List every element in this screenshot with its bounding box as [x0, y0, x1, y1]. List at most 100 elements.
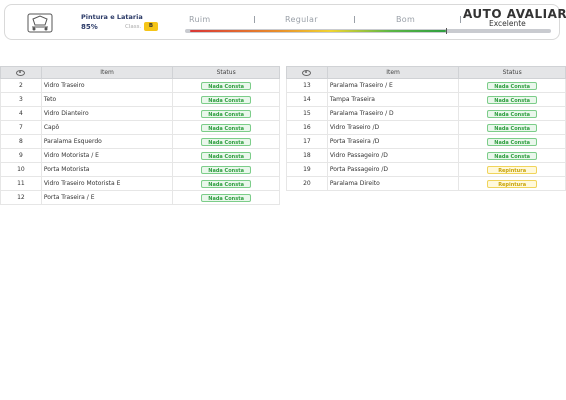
inspection-table-right: Item Status 13 Paralama Traseiro / E Nada … [286, 66, 566, 191]
column-header-item: Item [40, 66, 174, 79]
row-item-name: Teto [40, 92, 174, 107]
table-row[interactable]: 19 Porta Passageiro /D Repintura [286, 162, 566, 177]
status-badge: Nada Consta [487, 81, 538, 90]
status-badge: Nada Consta [201, 165, 252, 174]
table-row[interactable]: 8 Paralama Esquerdo Nada Consta [0, 134, 280, 149]
row-status-cell: Nada Consta [172, 78, 280, 93]
row-number: 8 [0, 134, 42, 149]
row-status-cell: Repintura [458, 176, 566, 191]
table-row[interactable]: 9 Vidro Motorista / E Nada Consta [0, 148, 280, 163]
row-status-cell: Nada Consta [172, 134, 280, 149]
row-item-name: Vidro Traseiro [40, 78, 174, 93]
status-badge: Nada Consta [487, 151, 538, 160]
row-item-name: Paralama Direito [326, 176, 460, 191]
row-item-name: Porta Passageiro /D [326, 162, 460, 177]
row-item-name: Vidro Dianteiro [40, 106, 174, 121]
row-number: 7 [0, 120, 42, 135]
row-status-cell: Nada Consta [458, 120, 566, 135]
inspection-table-left: Item Status 2 Vidro Traseiro Nada Consta 3 T… [0, 66, 280, 205]
table-row[interactable]: 16 Vidro Traseiro /D Nada Consta [286, 120, 566, 135]
category-percent: 85% [81, 23, 98, 31]
row-status-cell: Nada Consta [172, 120, 280, 135]
row-item-name: Vidro Passageiro /D [326, 148, 460, 163]
table-row[interactable]: 13 Paralama Traseiro / E Nada Consta [286, 78, 566, 93]
row-item-name: Vidro Traseiro /D [326, 120, 460, 135]
scale-separator [254, 16, 255, 23]
status-badge: Nada Consta [201, 193, 252, 202]
column-header-status: Status [458, 66, 566, 79]
table-row[interactable]: 4 Vidro Dianteiro Nada Consta [0, 106, 280, 121]
table-row[interactable]: 17 Porta Traseira /D Nada Consta [286, 134, 566, 149]
row-status-cell: Nada Consta [172, 148, 280, 163]
row-status-cell: Nada Consta [172, 176, 280, 191]
row-item-name: Porta Motorista [40, 162, 174, 177]
row-item-name: Paralama Esquerdo [40, 134, 174, 149]
row-item-name: Paralama Traseiro / D [326, 106, 460, 121]
row-status-cell: Nada Consta [458, 106, 566, 121]
brand-rating: Excelente [489, 19, 526, 28]
status-badge: Repintura [487, 165, 538, 174]
status-badge: Nada Consta [487, 95, 538, 104]
row-status-cell: Nada Consta [458, 92, 566, 107]
row-number: 17 [286, 134, 328, 149]
row-number: 9 [0, 148, 42, 163]
status-badge: Nada Consta [201, 95, 252, 104]
row-status-cell: Nada Consta [172, 190, 280, 205]
scale-separator [354, 16, 355, 23]
row-number: 4 [0, 106, 42, 121]
table-row[interactable]: 2 Vidro Traseiro Nada Consta [0, 78, 280, 93]
row-number: 16 [286, 120, 328, 135]
table-row[interactable]: 20 Paralama Direito Repintura [286, 176, 566, 191]
row-number: 2 [0, 78, 42, 93]
row-number: 13 [286, 78, 328, 93]
row-item-name: Capô [40, 120, 174, 135]
row-number: 14 [286, 92, 328, 107]
category-title: Pintura e Lataria [81, 13, 143, 21]
table-row[interactable]: 11 Vidro Traseiro Motorista E Nada Consta [0, 176, 280, 191]
score-bar-fill [190, 30, 446, 32]
table-row[interactable]: 7 Capô Nada Consta [0, 120, 280, 135]
row-item-name: Porta Traseira / E [40, 190, 174, 205]
row-number: 12 [0, 190, 42, 205]
row-status-cell: Nada Consta [172, 92, 280, 107]
table-row[interactable]: 14 Tampa Traseira Nada Consta [286, 92, 566, 107]
status-badge: Nada Consta [487, 123, 538, 132]
column-header-item: Item [326, 66, 460, 79]
scale-label-regular: Regular [285, 15, 318, 24]
status-badge: Nada Consta [487, 109, 538, 118]
score-bar-track [185, 28, 551, 34]
row-status-cell: Repintura [458, 162, 566, 177]
score-header-card: Pintura e Lataria 85% Class. B Ruim Regu… [4, 4, 566, 40]
row-status-cell: Nada Consta [172, 106, 280, 121]
table-row[interactable]: 3 Teto Nada Consta [0, 92, 280, 107]
row-status-cell: Nada Consta [458, 148, 566, 163]
table-row[interactable]: 12 Porta Traseira / E Nada Consta [0, 190, 280, 205]
row-status-cell: Nada Consta [458, 78, 566, 93]
column-header-view [0, 66, 42, 79]
status-badge: Nada Consta [201, 109, 252, 118]
column-header-view [286, 66, 328, 79]
scale-label-bom: Bom [396, 15, 416, 24]
class-label: Class. [125, 24, 142, 30]
table-row[interactable]: 18 Vidro Passageiro /D Nada Consta [286, 148, 566, 163]
table-row[interactable]: 10 Porta Motorista Nada Consta [0, 162, 280, 177]
row-item-name: Vidro Motorista / E [40, 148, 174, 163]
row-number: 20 [286, 176, 328, 191]
row-status-cell: Nada Consta [172, 162, 280, 177]
status-badge: Nada Consta [487, 137, 538, 146]
eye-icon [302, 69, 312, 76]
row-number: 19 [286, 162, 328, 177]
status-badge: Nada Consta [201, 151, 252, 160]
row-number: 3 [0, 92, 42, 107]
class-badge: B [144, 22, 158, 31]
row-number: 15 [286, 106, 328, 121]
row-status-cell: Nada Consta [458, 134, 566, 149]
status-badge: Nada Consta [201, 179, 252, 188]
column-header-status: Status [172, 66, 280, 79]
car-body-icon [27, 13, 53, 33]
row-number: 18 [286, 148, 328, 163]
scale-separator [460, 16, 461, 23]
table-row[interactable]: 15 Paralama Traseiro / D Nada Consta [286, 106, 566, 121]
status-badge: Nada Consta [201, 123, 252, 132]
eye-icon [16, 69, 26, 76]
